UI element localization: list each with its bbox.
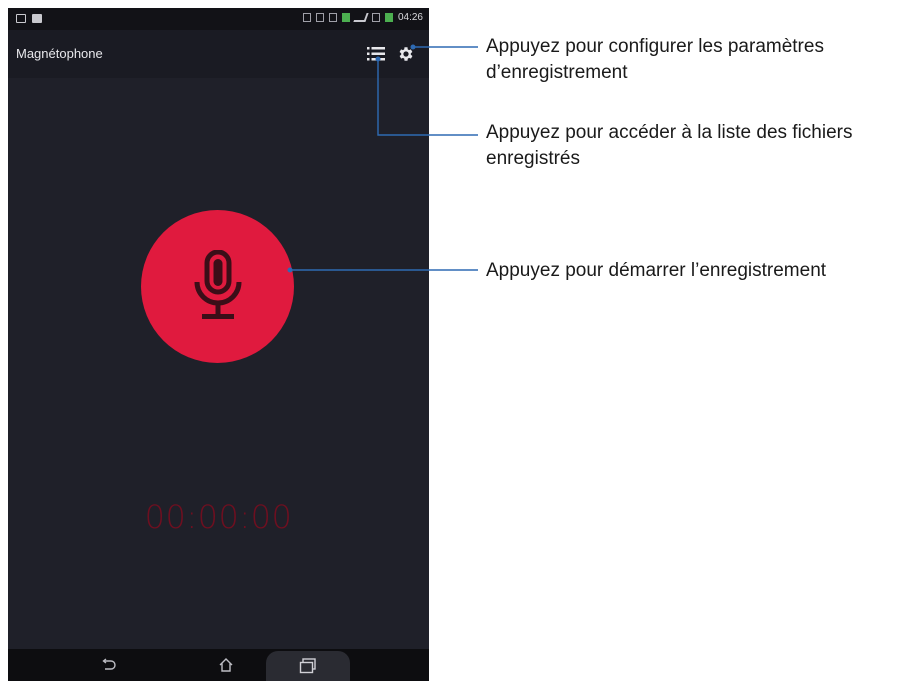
recording-timer: 00:00:00 [144,498,293,536]
system-icons: 04:26 [302,12,423,23]
sim-icon [371,13,380,22]
navigation-bar [8,649,429,681]
vibrate-icon [302,13,311,22]
battery-icon [384,13,393,22]
microphone-icon [194,249,241,319]
back-button[interactable] [90,653,126,677]
callout-list-line2: enregistrés [486,148,580,169]
data-icon [341,13,350,22]
callout-record: Appuyez pour démarrer l’enregistrement [486,258,906,284]
status-time: 04:26 [397,12,423,23]
callout-record-text: Appuyez pour démarrer l’enregistrement [486,260,827,281]
callout-settings-line2: d’enregistrement [486,62,628,83]
home-icon [219,658,233,672]
no-sound-icon [315,13,324,22]
list-icon [367,47,385,61]
settings-button[interactable] [394,42,418,66]
message-notification-icon [32,14,42,23]
recordings-list-button[interactable] [364,42,388,66]
callout-settings: Appuyez pour configurer les paramètres d… [486,34,906,86]
app-bar: Magnétophone [8,30,429,78]
phone-screen: 04:26 Magnétophone 00:00:00 [8,8,429,681]
gallery-notification-icon [16,14,26,23]
callout-list: Appuyez pour accéder à la liste des fich… [486,120,906,172]
recent-apps-button[interactable] [266,651,350,681]
back-icon [102,658,116,670]
signal-icon [353,13,369,22]
wifi-icon [328,13,337,22]
home-button[interactable] [208,653,244,677]
notification-icons [16,14,42,23]
callout-list-line1: Appuyez pour accéder à la liste des fich… [486,122,853,143]
gear-icon [399,47,413,61]
status-bar: 04:26 [8,8,429,30]
record-button[interactable] [141,210,294,363]
recent-apps-icon [299,658,316,674]
callout-settings-line1: Appuyez pour configurer les paramètres [486,36,824,57]
app-title: Magnétophone [16,46,103,61]
